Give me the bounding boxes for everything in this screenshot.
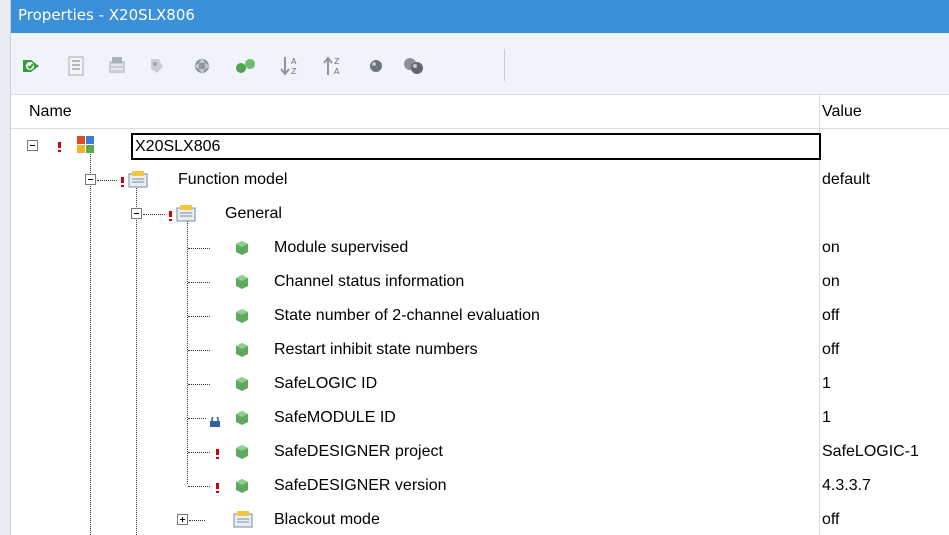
properties-refresh-icon[interactable] — [18, 53, 44, 79]
svg-text:A: A — [291, 57, 297, 66]
tree-line — [188, 486, 210, 487]
property-value[interactable]: default — [822, 163, 870, 197]
svg-text:Z: Z — [334, 57, 340, 66]
property-label: SafeLOGIC ID — [274, 375, 378, 392]
collapse-toggle[interactable] — [27, 140, 38, 151]
tree-row-root[interactable]: X20SLX806 — [11, 129, 949, 163]
property-label: SafeMODULE ID — [274, 409, 396, 426]
tree-line — [189, 520, 205, 521]
tree-row-restart-inhibit[interactable]: Restart inhibit state numbers off — [11, 333, 949, 367]
categorized-icon[interactable] — [63, 53, 89, 79]
expand-all-icon[interactable] — [233, 53, 259, 79]
tree-line — [188, 316, 210, 317]
left-panel-edge — [0, 0, 11, 535]
tree-line — [188, 452, 210, 453]
property-value[interactable]: on — [822, 231, 840, 265]
toolbar-separator — [504, 49, 505, 81]
tree-line — [188, 418, 206, 419]
tree-row-general[interactable]: General — [11, 197, 949, 231]
property-label: Module supervised — [274, 239, 409, 256]
warning-icon — [58, 142, 62, 152]
property-pages-icon[interactable] — [143, 53, 169, 79]
parameter-icon — [236, 343, 248, 357]
tree-row-safedesigner-project[interactable]: SafeDESIGNER project SafeLOGIC-1 — [11, 435, 949, 469]
circle-icon[interactable] — [363, 53, 389, 79]
tree-row-safedesigner-version[interactable]: SafeDESIGNER version 4.3.3.7 — [11, 469, 949, 503]
settings-folder-icon — [233, 511, 253, 528]
column-divider[interactable] — [819, 95, 820, 129]
property-value[interactable]: off — [822, 503, 840, 535]
property-value[interactable]: 4.3.3.7 — [822, 469, 871, 503]
warning-icon — [121, 177, 125, 187]
property-value[interactable]: SafeLOGIC-1 — [822, 435, 919, 469]
module-icon — [77, 136, 94, 153]
property-label: General — [225, 205, 282, 222]
tree-row-blackout-mode[interactable]: Blackout mode off — [11, 503, 949, 535]
warning-icon — [169, 211, 173, 221]
property-label: SafeDESIGNER version — [274, 477, 447, 494]
property-label: Blackout mode — [274, 511, 380, 528]
warning-icon — [216, 449, 220, 459]
property-label: State number of 2-channel evaluation — [274, 307, 540, 324]
tree-line — [188, 384, 210, 385]
property-label: Restart inhibit state numbers — [274, 341, 478, 358]
parameter-icon — [236, 411, 248, 425]
collapse-toggle[interactable] — [131, 208, 142, 219]
property-value[interactable]: 1 — [822, 401, 831, 435]
alphabetical-icon[interactable] — [104, 53, 130, 79]
lock-icon — [210, 417, 220, 427]
tree-row-module-supervised[interactable]: Module supervised on — [11, 231, 949, 265]
root-label: X20SLX806 — [135, 138, 221, 155]
parameter-icon — [236, 241, 248, 255]
tree-row-safemodule-id[interactable]: SafeMODULE ID 1 — [11, 401, 949, 435]
tree-row-safelogic-id[interactable]: SafeLOGIC ID 1 — [11, 367, 949, 401]
tree-line — [188, 282, 210, 283]
warning-icon — [216, 483, 220, 493]
svg-text:Z: Z — [291, 67, 297, 76]
parameter-icon — [236, 275, 248, 289]
parameter-icon — [236, 309, 248, 323]
tree-line — [188, 350, 210, 351]
parameter-icon — [236, 445, 248, 459]
settings-folder-icon — [176, 205, 196, 222]
value-column-header[interactable]: Value — [822, 95, 862, 129]
window-titlebar: Properties - X20SLX806 — [11, 0, 949, 33]
property-grid: X20SLX806 Function model default General… — [11, 129, 949, 535]
sort-descending-icon[interactable]: ZA — [320, 53, 346, 79]
property-label: Function model — [178, 171, 288, 188]
property-label: SafeDESIGNER project — [274, 443, 443, 460]
collapse-toggle[interactable] — [85, 174, 96, 185]
column-header: Name Value — [11, 95, 949, 129]
name-column-header[interactable]: Name — [29, 95, 72, 129]
sort-ascending-icon[interactable]: AZ — [277, 53, 303, 79]
tree-line — [97, 180, 117, 181]
property-value[interactable]: 1 — [822, 367, 831, 401]
multi-circle-icon[interactable] — [401, 53, 427, 79]
property-value[interactable]: on — [822, 265, 840, 299]
tree-row-function-model[interactable]: Function model default — [11, 163, 949, 197]
parameter-icon — [236, 377, 248, 391]
navigate-icon[interactable] — [189, 53, 215, 79]
settings-folder-icon — [128, 171, 148, 188]
property-value[interactable]: off — [822, 333, 840, 367]
tree-line — [188, 248, 210, 249]
property-label: Channel status information — [274, 273, 465, 290]
tree-row-channel-status[interactable]: Channel status information on — [11, 265, 949, 299]
toolbar: AZ ZA — [11, 33, 949, 95]
tree-line — [143, 214, 165, 215]
expand-toggle[interactable] — [177, 514, 188, 525]
window-title: Properties - X20SLX806 — [18, 6, 195, 24]
property-value[interactable]: off — [822, 299, 840, 333]
svg-text:A: A — [334, 67, 340, 76]
tree-row-state-number[interactable]: State number of 2-channel evaluation off — [11, 299, 949, 333]
root-name-editbox[interactable]: X20SLX806 — [131, 133, 821, 160]
parameter-icon — [236, 479, 248, 493]
